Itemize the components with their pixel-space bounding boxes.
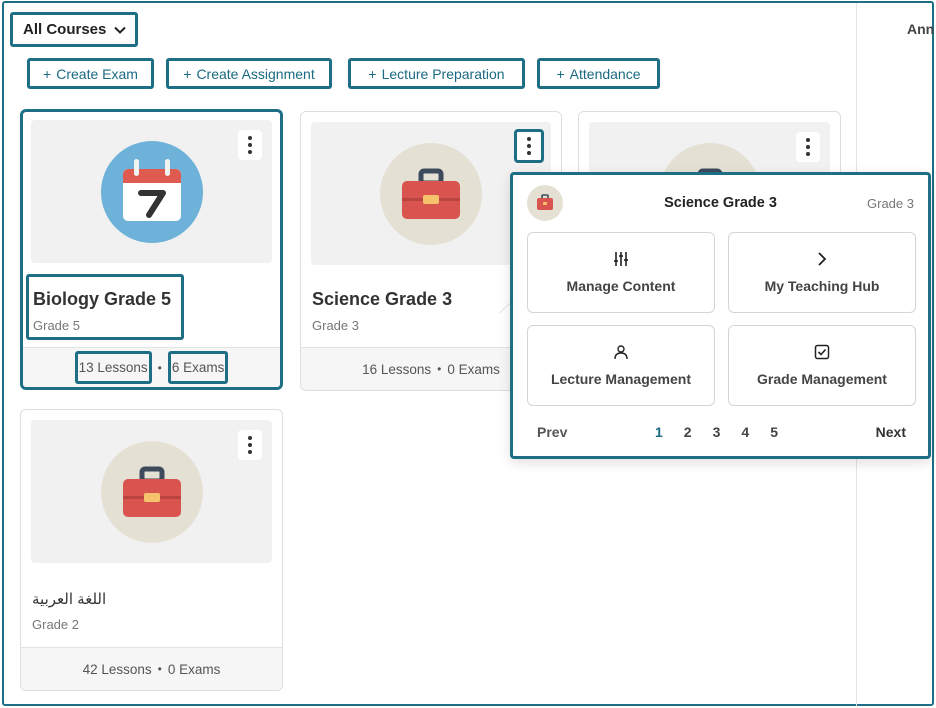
course-filter-label: All Courses xyxy=(23,21,107,38)
pagination: Prev 1 2 3 4 5 Next xyxy=(537,424,906,440)
user-icon xyxy=(614,345,628,360)
grade-management-button[interactable]: Grade Management xyxy=(728,325,916,406)
lessons-count: 16 Lessons xyxy=(362,361,432,377)
course-grade: Grade 2 xyxy=(32,617,79,632)
card-menu-button[interactable] xyxy=(238,430,262,460)
course-title: اللغة العربية xyxy=(32,591,107,608)
lecture-management-button[interactable]: Lecture Management xyxy=(527,325,715,406)
toolbox-icon xyxy=(122,466,181,517)
popup-title: Science Grade 3 xyxy=(664,195,777,211)
manage-content-label: Manage Content xyxy=(566,278,676,294)
course-filter-dropdown[interactable]: All Courses xyxy=(10,12,138,47)
lecture-management-label: Lecture Management xyxy=(550,371,692,387)
course-stats: 13 Lessons • 6 Exams xyxy=(23,347,280,387)
dot xyxy=(248,436,252,440)
page-1[interactable]: 1 xyxy=(655,424,663,440)
popup-header: Science Grade 3 Grade 3 xyxy=(527,185,914,221)
lessons-count: 42 Lessons xyxy=(82,661,152,677)
dot xyxy=(806,138,810,142)
course-avatar xyxy=(527,185,563,221)
next-page-button[interactable]: Next xyxy=(876,424,906,440)
calendar-icon xyxy=(122,158,181,221)
manage-content-button[interactable]: Manage Content xyxy=(527,232,715,313)
dot xyxy=(248,143,252,147)
course-icon-circle xyxy=(100,440,203,543)
announcements-label: Announcements xyxy=(907,21,934,37)
dot xyxy=(248,443,252,447)
course-title: Science Grade 3 xyxy=(312,289,453,309)
dot xyxy=(527,144,531,148)
course-title: Biology Grade 5 xyxy=(33,289,172,309)
dot xyxy=(248,450,252,454)
course-icon-circle xyxy=(380,142,482,245)
course-actions-popup: Science Grade 3 Grade 3 Manage Content M… xyxy=(510,172,931,459)
course-card-biology[interactable]: Biology Grade 5 Grade 5 13 Lessons • 6 E… xyxy=(20,109,283,390)
course-thumbnail xyxy=(31,420,272,563)
chevron-right-icon xyxy=(818,252,827,266)
dot xyxy=(527,151,531,155)
course-thumbnail xyxy=(31,120,272,263)
grade-management-label: Grade Management xyxy=(757,371,887,387)
checkbox-icon xyxy=(814,344,830,360)
course-card-arabic[interactable]: اللغة العربية Grade 2 42 Lessons • 0 Exa… xyxy=(20,409,283,691)
chevron-down-icon xyxy=(114,26,127,34)
separator: • xyxy=(437,362,442,376)
separator: • xyxy=(157,662,162,676)
lessons-count: 13 Lessons xyxy=(74,351,152,384)
exams-count: 0 Exams xyxy=(167,661,221,677)
course-stats: 42 Lessons • 0 Exams xyxy=(21,647,282,690)
prev-page-button[interactable]: Prev xyxy=(537,424,567,440)
toolbox-icon xyxy=(402,168,460,219)
plus-icon: + xyxy=(43,65,52,82)
attendance-label: Attendance xyxy=(569,65,641,82)
toolbox-icon xyxy=(537,194,553,210)
exams-count: 0 Exams xyxy=(447,361,500,377)
plus-icon: + xyxy=(183,65,192,82)
exams-count: 6 Exams xyxy=(167,351,229,384)
page-numbers: 1 2 3 4 5 xyxy=(655,424,778,440)
page-3[interactable]: 3 xyxy=(713,424,721,440)
course-grade: Grade 3 xyxy=(312,318,359,333)
dot xyxy=(806,152,810,156)
separator: • xyxy=(157,360,162,375)
my-teaching-hub-button[interactable]: My Teaching Hub xyxy=(728,232,916,313)
dot xyxy=(806,145,810,149)
card-menu-button[interactable] xyxy=(238,130,262,160)
plus-icon: + xyxy=(556,65,565,82)
course-grade: Grade 5 xyxy=(33,318,80,333)
my-teaching-hub-label: My Teaching Hub xyxy=(764,278,880,294)
plus-icon: + xyxy=(368,65,377,82)
lecture-preparation-button[interactable]: + Lecture Preparation xyxy=(348,58,525,89)
page-5[interactable]: 5 xyxy=(770,424,778,440)
course-icon-circle xyxy=(100,140,203,243)
popup-grade: Grade 3 xyxy=(867,195,914,211)
dot xyxy=(248,150,252,154)
sliders-icon xyxy=(614,252,628,266)
create-assignment-label: Create Assignment xyxy=(196,65,315,82)
card-menu-button[interactable] xyxy=(796,132,820,162)
page-4[interactable]: 4 xyxy=(741,424,749,440)
create-exam-button[interactable]: + Create Exam xyxy=(27,58,154,89)
lecture-preparation-label: Lecture Preparation xyxy=(381,65,505,82)
create-assignment-button[interactable]: + Create Assignment xyxy=(166,58,332,89)
dot xyxy=(248,136,252,140)
create-exam-label: Create Exam xyxy=(56,65,138,82)
attendance-button[interactable]: + Attendance xyxy=(537,58,660,89)
dot xyxy=(527,137,531,141)
page-2[interactable]: 2 xyxy=(684,424,692,440)
card-menu-button[interactable] xyxy=(514,129,544,163)
